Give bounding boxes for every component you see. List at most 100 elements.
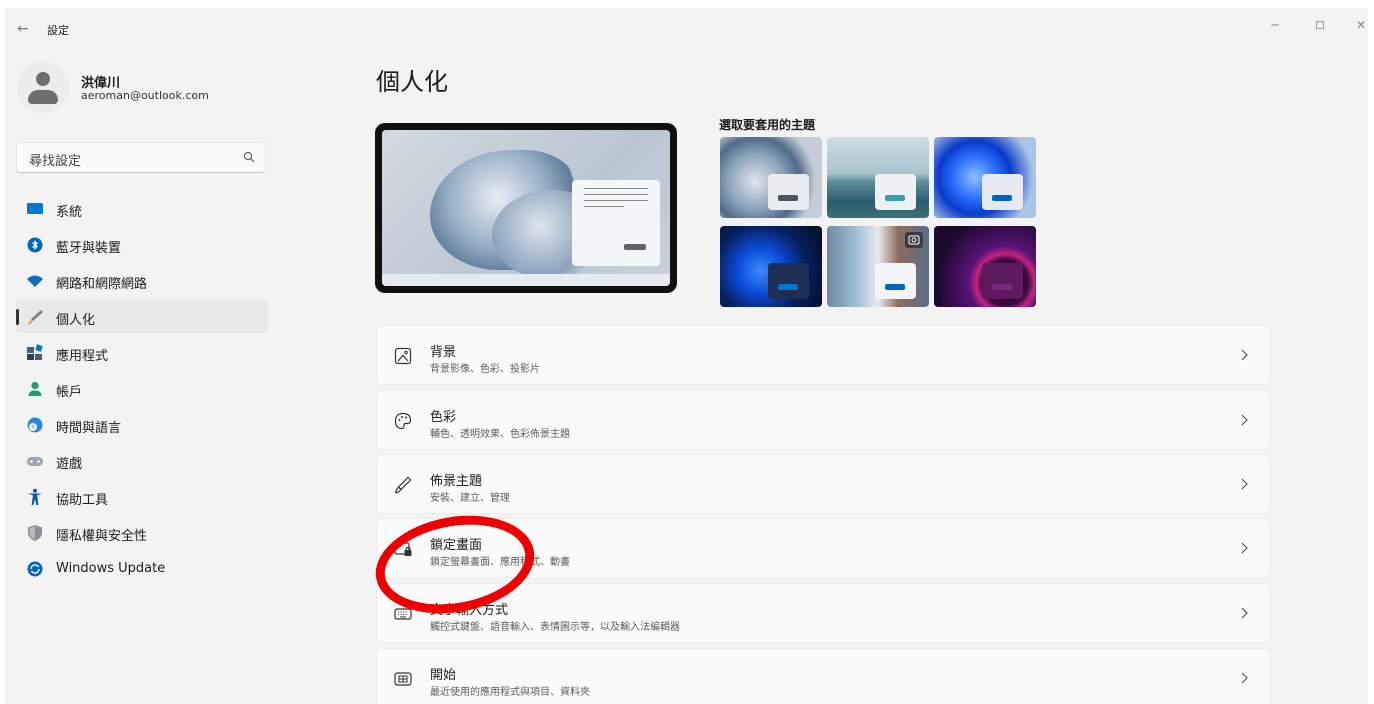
card-title: 色彩: [430, 410, 457, 425]
maximize-button[interactable]: [1310, 16, 1330, 34]
apps-icon: [27, 344, 43, 360]
search-icon: [243, 151, 255, 163]
themes-card[interactable]: 佈景主題 安裝、建立、管理: [376, 454, 1270, 514]
card-title: 佈景主題: [430, 474, 483, 489]
image-icon: [394, 347, 412, 365]
theme-window: [982, 174, 1023, 210]
sidebar-item-windows-update[interactable]: Windows Update: [16, 552, 268, 585]
sidebar-item-label: 協助工具: [56, 493, 109, 508]
chevron-right-icon: [1241, 349, 1248, 361]
camera-glyph: [908, 235, 920, 245]
globe-clock-icon: [27, 417, 43, 433]
chevron-right-icon: [1241, 414, 1248, 426]
theme-button: [992, 195, 1012, 201]
theme-button: [778, 284, 798, 290]
search-input[interactable]: 尋找設定: [16, 142, 266, 173]
theme-window: [875, 263, 916, 299]
theme-spotlight[interactable]: [827, 226, 929, 307]
palette-icon: [394, 412, 412, 430]
preview-taskbar: [382, 274, 670, 286]
theme-preview: [375, 123, 677, 293]
card-description: 最近使用的應用程式與項目、資料夾: [430, 687, 590, 698]
sidebar-item-label: 帳戶: [56, 385, 83, 400]
sidebar-item-accessibility[interactable]: 協助工具: [16, 480, 268, 513]
card-description: 觸控式鍵盤、語音輸入、表情圖示等，以及輸入法編輯器: [430, 622, 680, 633]
user-email: aeroman@outlook.com: [81, 89, 209, 102]
close-button[interactable]: ✕: [1351, 16, 1368, 34]
theme-button: [992, 284, 1012, 290]
camera-icon: [905, 232, 923, 248]
pen-icon: [394, 476, 412, 494]
themes-label: 選取要套用的主題: [719, 118, 816, 132]
sidebar-item-label: 藍牙與裝置: [56, 241, 122, 256]
chevron-right-icon: [1241, 542, 1248, 554]
sidebar-item-gaming[interactable]: 遊戲: [16, 444, 268, 477]
minimize-button[interactable]: ─: [1265, 16, 1285, 34]
preview-line: [584, 188, 648, 189]
app-title: 設定: [47, 24, 69, 37]
maximize-icon: [1316, 21, 1324, 29]
sidebar-item-privacy[interactable]: 隱私權與安全性: [16, 516, 268, 549]
monitor-icon: [27, 203, 43, 214]
sidebar-item-label: 隱私權與安全性: [56, 529, 148, 544]
card-title: 背景: [430, 345, 457, 360]
sidebar-item-system[interactable]: 系統: [16, 192, 268, 225]
sidebar-item-accounts[interactable]: 帳戶: [16, 372, 268, 405]
shield-icon: [28, 525, 42, 541]
chevron-right-icon: [1241, 672, 1248, 684]
theme-bloom-light[interactable]: [720, 137, 822, 218]
theme-lake[interactable]: [827, 137, 929, 218]
avatar-body: [28, 90, 58, 104]
theme-bloom-blue[interactable]: [934, 137, 1036, 218]
preview-screen: [382, 130, 670, 286]
sidebar-item-apps[interactable]: 應用程式: [16, 336, 268, 369]
colors-card[interactable]: 色彩 輔色、透明效果、色彩佈景主題: [376, 390, 1270, 450]
sidebar-item-bluetooth[interactable]: 藍牙與裝置: [16, 228, 268, 261]
sidebar-item-personalization[interactable]: 個人化: [16, 300, 268, 333]
avatar[interactable]: [17, 61, 69, 113]
theme-window: [768, 263, 809, 299]
theme-glow[interactable]: [934, 226, 1036, 307]
sidebar-item-network[interactable]: 網路和網際網路: [16, 264, 268, 297]
gamepad-icon: [27, 457, 43, 466]
chevron-right-icon: [1241, 607, 1248, 619]
preview-line: [584, 194, 648, 195]
brush-icon: [27, 310, 43, 325]
sidebar-nav: 系統 藍牙與裝置 網路和網際網路 個人化 應用程式 帳戶 時間與語言 遊戲 協助…: [16, 192, 268, 588]
sidebar-item-label: 時間與語言: [56, 421, 122, 436]
sidebar-item-label: Windows Update: [56, 561, 166, 576]
background-card[interactable]: 背景 背景影像、色彩、投影片: [376, 325, 1270, 385]
bluetooth-icon: [27, 237, 43, 253]
theme-window: [768, 174, 809, 210]
sidebar-item-label: 個人化: [56, 313, 96, 328]
sidebar-item-label: 應用程式: [56, 349, 109, 364]
accessibility-icon: [28, 488, 42, 505]
settings-window: ← 設定 ─ ✕ 洪偉川 aeroman@outlook.com 尋找設定 系統: [5, 8, 1368, 704]
update-icon: [27, 561, 43, 577]
theme-bloom-dark[interactable]: [720, 226, 822, 307]
chevron-right-icon: [1241, 478, 1248, 490]
card-description: 輔色、透明效果、色彩佈景主題: [430, 429, 570, 440]
sidebar-item-label: 網路和網際網路: [56, 277, 148, 292]
start-icon: [394, 672, 412, 686]
preview-button: [624, 244, 646, 250]
card-description: 安裝、建立、管理: [430, 493, 510, 504]
start-card[interactable]: 開始 最近使用的應用程式與項目、資料夾: [376, 648, 1270, 704]
back-button[interactable]: ←: [13, 19, 33, 39]
title-bar: ← 設定 ─ ✕: [5, 8, 1368, 48]
card-description: 背景影像、色彩、投影片: [430, 364, 540, 375]
avatar-head: [36, 72, 50, 86]
preview-line: [584, 200, 648, 201]
preview-window: [572, 180, 660, 266]
theme-window: [875, 174, 916, 210]
sidebar-item-label: 系統: [56, 205, 83, 220]
theme-button: [885, 195, 905, 201]
person-icon: [28, 381, 42, 396]
theme-button: [778, 195, 798, 201]
active-indicator: [16, 309, 19, 325]
sidebar-item-time-language[interactable]: 時間與語言: [16, 408, 268, 441]
card-title: 開始: [430, 668, 457, 683]
theme-window: [982, 263, 1023, 299]
preview-line: [584, 206, 624, 207]
page-title: 個人化: [376, 68, 448, 96]
